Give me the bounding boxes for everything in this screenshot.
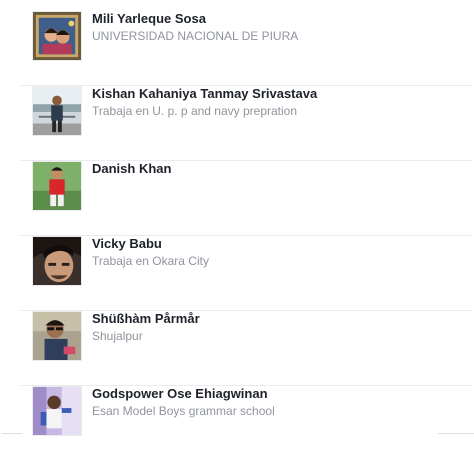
profile-photo-icon <box>33 87 81 135</box>
friend-row[interactable]: Vicky Babu Trabaja en Okara City <box>20 236 472 311</box>
friend-name[interactable]: Godspower Ose Ehiagwinan <box>92 386 268 402</box>
friend-row[interactable]: Kishan Kahaniya Tanmay Srivastava Trabaj… <box>20 86 472 161</box>
friend-row[interactable]: Shüßhàm Pårmår Shujalpur <box>20 311 472 386</box>
profile-photo-icon <box>33 162 81 210</box>
subtitle-prefix: Trabaja en <box>92 254 153 268</box>
friend-name[interactable]: Kishan Kahaniya Tanmay Srivastava <box>92 86 317 102</box>
friend-name[interactable]: Danish Khan <box>92 161 171 177</box>
friend-subtitle: Trabaja en Okara City <box>92 254 209 269</box>
avatar[interactable] <box>32 11 82 61</box>
friend-subtitle: Trabaja en U. p. p and navy prepration <box>92 104 298 118</box>
divider <box>2 433 22 434</box>
avatar[interactable] <box>32 236 82 286</box>
friend-subtitle: Shujalpur <box>92 329 143 343</box>
avatar[interactable] <box>32 311 82 361</box>
friend-name[interactable]: Mili Yarleque Sosa <box>92 11 206 27</box>
divider <box>438 433 474 434</box>
friend-subtitle: Esan Model Boys grammar school <box>92 404 275 418</box>
workplace-link[interactable]: Okara City <box>152 254 209 268</box>
avatar[interactable] <box>32 86 82 136</box>
friend-subtitle: UNIVERSIDAD NACIONAL DE PIURA <box>92 29 299 43</box>
profile-photo-icon <box>33 237 81 285</box>
friend-row[interactable]: Danish Khan <box>20 161 472 236</box>
avatar[interactable] <box>32 386 82 436</box>
friend-row[interactable]: Godspower Ose Ehiagwinan Esan Model Boys… <box>20 386 472 461</box>
avatar[interactable] <box>32 161 82 211</box>
profile-photo-icon <box>33 387 81 435</box>
friend-row[interactable]: Mili Yarleque Sosa UNIVERSIDAD NACIONAL … <box>20 11 472 86</box>
profile-photo-icon <box>33 312 81 360</box>
friend-name[interactable]: Shüßhàm Pårmår <box>92 311 200 327</box>
profile-photo-icon <box>33 12 81 60</box>
friend-name[interactable]: Vicky Babu <box>92 236 162 252</box>
